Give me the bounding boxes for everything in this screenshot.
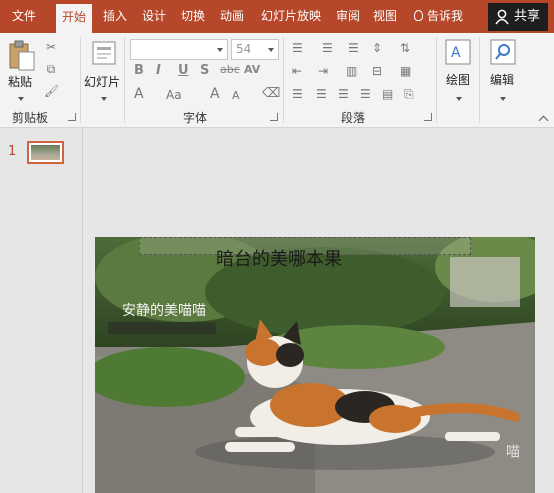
strikethrough-button[interactable]: abc bbox=[220, 63, 240, 76]
line-spacing-dropdown-icon[interactable]: ⇕ bbox=[372, 42, 382, 54]
tell-me-label: 告诉我 bbox=[427, 9, 464, 23]
tab-home[interactable]: 开始 bbox=[56, 4, 92, 33]
ribbon-tab-bar: 文件 开始 插入 设计 切换 动画 幻灯片放映 审阅 视图 告诉我 共享 bbox=[0, 0, 554, 33]
paste-icon[interactable] bbox=[8, 40, 36, 72]
editing-button[interactable]: 编辑 bbox=[490, 71, 514, 88]
font-group-label: 字体 bbox=[182, 111, 207, 125]
separator bbox=[80, 37, 81, 123]
tab-file[interactable]: 文件 bbox=[0, 0, 48, 33]
tab-transitions[interactable]: 切换 bbox=[175, 0, 211, 33]
decrease-indent-icon[interactable]: ⇤ bbox=[292, 65, 302, 77]
collapse-ribbon-icon[interactable] bbox=[538, 113, 549, 127]
tab-review[interactable]: 审阅 bbox=[330, 0, 366, 33]
cat-photo[interactable] bbox=[95, 237, 535, 493]
clipboard-group-label: 剪贴板 bbox=[11, 111, 48, 125]
font-size-value: 54 bbox=[236, 42, 252, 56]
separator bbox=[436, 37, 437, 123]
tab-slideshow[interactable]: 幻灯片放映 bbox=[253, 0, 329, 33]
caption-bar bbox=[108, 322, 216, 334]
new-slide-icon[interactable] bbox=[92, 41, 116, 65]
bullets-icon[interactable]: ☰ bbox=[292, 42, 303, 54]
format-painter-icon[interactable]: 🖌 bbox=[44, 85, 59, 97]
bold-button[interactable]: B bbox=[134, 63, 144, 78]
ribbon-home: 粘贴 ✂ ⧉ 🖌 剪贴板 幻灯片 54 B I U S abc AV A Aa … bbox=[0, 33, 554, 128]
shrink-font-icon[interactable]: A bbox=[232, 90, 240, 102]
font-size-combo[interactable]: 54 bbox=[231, 39, 279, 60]
separator bbox=[283, 37, 284, 123]
align-left-icon[interactable]: ☰ bbox=[292, 88, 303, 100]
line-spacing-icon[interactable]: ☰ bbox=[348, 42, 359, 54]
slide-caption[interactable]: 安静的美喵喵 bbox=[122, 300, 206, 320]
align-right-icon[interactable]: ☰ bbox=[338, 88, 349, 100]
char-spacing-button[interactable]: AV bbox=[244, 63, 260, 76]
drawing-dropdown[interactable] bbox=[456, 91, 462, 105]
shadow-button[interactable]: S bbox=[200, 63, 209, 78]
clear-formatting-icon[interactable]: ⌫ bbox=[262, 87, 280, 100]
svg-text:A: A bbox=[451, 45, 461, 61]
font-launcher-icon[interactable] bbox=[270, 113, 278, 121]
tab-insert[interactable]: 插入 bbox=[97, 0, 133, 33]
smartart-icon[interactable]: ▦ bbox=[400, 65, 411, 77]
clipboard-launcher-icon[interactable] bbox=[68, 113, 76, 121]
copy-icon[interactable]: ⧉ bbox=[44, 63, 58, 75]
tab-animations[interactable]: 动画 bbox=[214, 0, 250, 33]
numbering-icon[interactable]: ☰ bbox=[322, 42, 333, 54]
paragraph-group-label: 段落 bbox=[340, 111, 365, 125]
distribute-icon[interactable]: ▤ bbox=[382, 88, 393, 100]
font-name-combo[interactable] bbox=[130, 39, 228, 60]
font-color-icon[interactable]: A bbox=[134, 87, 144, 101]
underline-button[interactable]: U bbox=[178, 63, 189, 78]
italic-button[interactable]: I bbox=[156, 63, 161, 78]
justify-icon[interactable]: ☰ bbox=[360, 88, 371, 100]
change-case-button[interactable]: Aa bbox=[166, 89, 182, 101]
slide-title[interactable]: 暗台的美哪本果 bbox=[216, 245, 342, 271]
paste-dropdown[interactable] bbox=[18, 91, 24, 105]
find-icon[interactable] bbox=[490, 39, 516, 65]
columns-icon[interactable]: ▥ bbox=[346, 65, 357, 77]
align-text-icon[interactable]: ⊟ bbox=[372, 65, 382, 77]
text-direction-icon[interactable]: ⇅ bbox=[400, 42, 410, 54]
separator bbox=[479, 37, 480, 123]
paragraph-launcher-icon[interactable] bbox=[424, 113, 432, 121]
drawing-shapes-icon[interactable]: A bbox=[445, 39, 471, 65]
tab-design[interactable]: 设计 bbox=[136, 0, 172, 33]
slide-thumbnail[interactable] bbox=[27, 141, 64, 164]
slide-number: 1 bbox=[8, 144, 17, 159]
increase-indent-icon[interactable]: ⇥ bbox=[318, 65, 328, 77]
cut-icon[interactable]: ✂ bbox=[44, 41, 58, 53]
tell-me-search[interactable]: 告诉我 bbox=[414, 0, 463, 33]
slide-thumbnail-panel: 1 bbox=[0, 128, 83, 493]
new-slide-button[interactable]: 幻灯片 bbox=[84, 73, 120, 90]
grow-font-icon[interactable]: A bbox=[210, 87, 220, 101]
paste-button-label[interactable]: 粘贴 bbox=[8, 73, 32, 90]
lightbulb-icon bbox=[414, 10, 423, 21]
person-icon bbox=[495, 9, 509, 25]
text-box-icon[interactable]: ⎘ bbox=[404, 88, 414, 100]
tab-view[interactable]: 视图 bbox=[367, 0, 403, 33]
new-slide-dropdown[interactable] bbox=[101, 91, 107, 105]
editing-dropdown[interactable] bbox=[500, 91, 506, 105]
watermark-text: 喵 bbox=[504, 444, 520, 458]
share-button[interactable]: 共享 bbox=[488, 3, 548, 31]
separator bbox=[124, 37, 125, 123]
drawing-button[interactable]: 绘图 bbox=[446, 71, 470, 88]
share-label: 共享 bbox=[514, 9, 541, 24]
align-center-icon[interactable]: ☰ bbox=[316, 88, 327, 100]
